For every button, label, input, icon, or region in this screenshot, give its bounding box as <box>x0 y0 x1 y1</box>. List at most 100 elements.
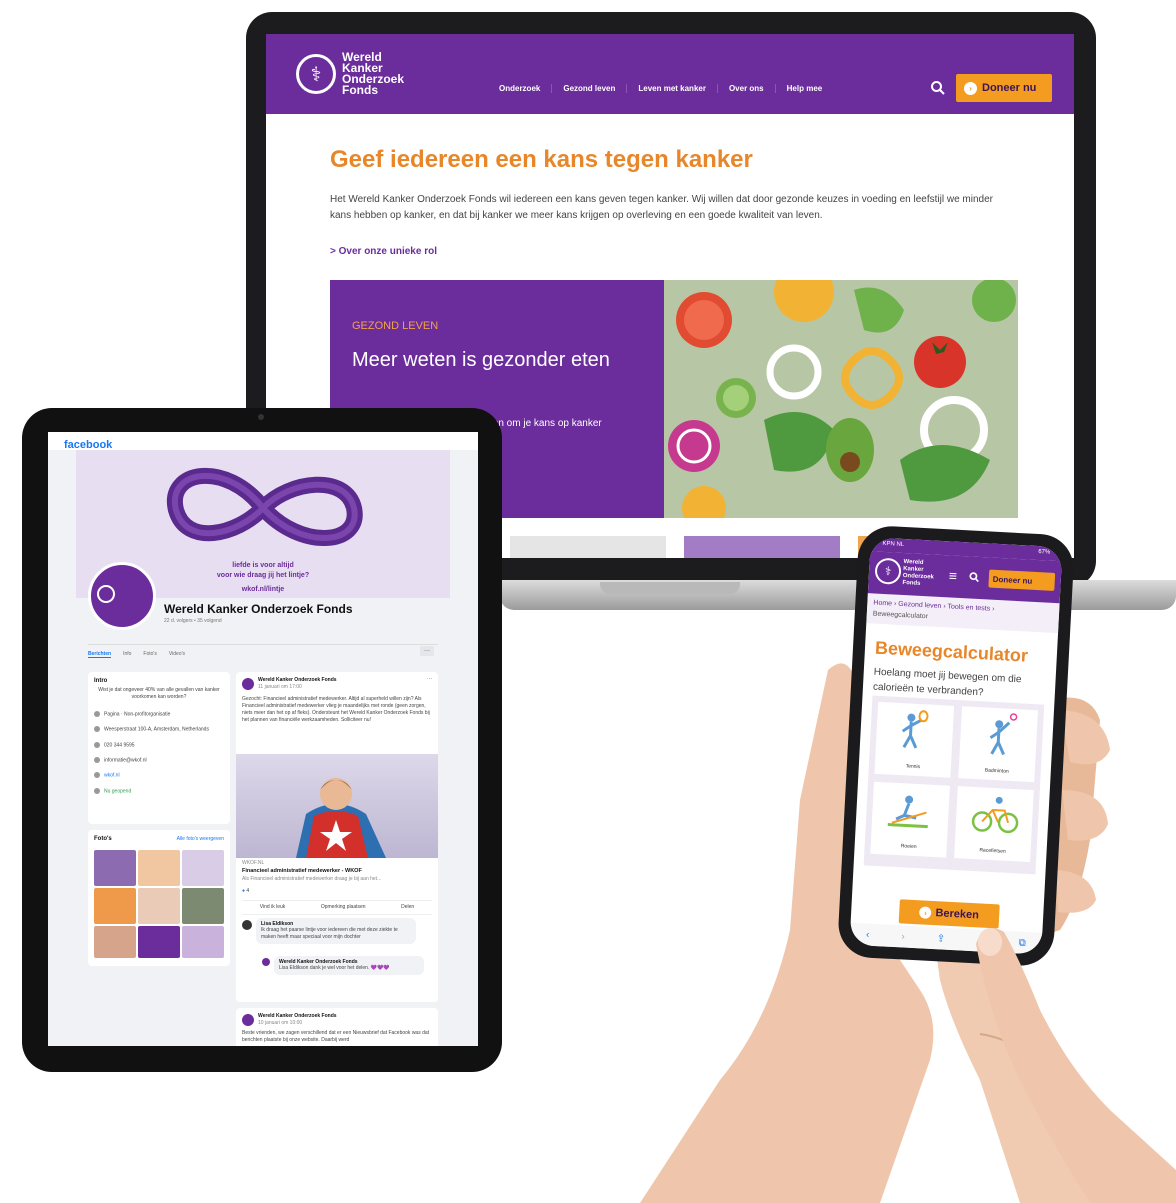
post-date[interactable]: 11 januari om 17:00 <box>258 684 302 691</box>
photos-title: Foto's <box>94 836 112 842</box>
donate-label: Doneer nu <box>982 82 1037 94</box>
nav-item-leven-met-kanker[interactable]: Leven met kanker <box>627 84 718 93</box>
post-avatar[interactable] <box>242 1014 254 1026</box>
tab-info[interactable]: Info <box>123 651 131 658</box>
teaser-card-1[interactable] <box>510 536 666 558</box>
post-actions: Vind ik leuk Opmerking plaatsen Delen <box>242 900 432 915</box>
activity-card-roeien[interactable]: Roeien <box>870 781 950 858</box>
post-date[interactable]: 10 januari om 10:00 <box>258 1020 302 1027</box>
reactions-count[interactable]: ● 4 <box>242 888 249 895</box>
page-tabs: Berichten Info Foto's Video's <box>88 644 438 658</box>
teaser-card-2[interactable] <box>684 536 840 558</box>
more-options-button[interactable]: ··· <box>420 646 434 656</box>
activity-card-racefietsen[interactable]: Racefietsen <box>954 786 1034 863</box>
page-name: Wereld Kanker Onderzoek Fonds <box>164 602 353 616</box>
page-avatar[interactable] <box>88 562 156 630</box>
about-link[interactable]: > Over onze unieke rol <box>330 246 437 257</box>
reply-bubble: Wereld Kanker Onderzoek Fonds Lisa Eldik… <box>274 956 424 975</box>
intro-row: 020 344 9595 <box>94 741 224 749</box>
promo-kicker: GEZOND LEVEN <box>352 320 439 332</box>
intro-row[interactable]: informatie@wkof.nl <box>94 756 224 764</box>
post-menu-icon[interactable]: ··· <box>427 676 432 683</box>
photo-thumb[interactable] <box>94 926 136 958</box>
intro-panel: Intro Wist je dat ongeveer 40% van alle … <box>88 672 230 824</box>
post-image[interactable] <box>236 754 438 858</box>
site-logo-text[interactable]: Wereld Kanker Onderzoek Fonds <box>342 51 404 96</box>
commenter-avatar[interactable] <box>242 920 252 930</box>
post-text: Beste vrienden, we zagen verschillend da… <box>242 1030 430 1043</box>
laptop-notch <box>600 582 740 594</box>
wkof-logo-icon[interactable]: ⚕ <box>874 557 902 585</box>
reply-avatar[interactable] <box>262 958 270 966</box>
promo-title: Meer weten is gezonder eten <box>352 349 610 371</box>
facebook-topbar: facebook <box>48 432 478 451</box>
donate-button[interactable]: Doneer nu <box>988 569 1056 591</box>
photo-thumb[interactable] <box>94 888 136 924</box>
post-author[interactable]: Wereld Kanker Onderzoek Fonds <box>258 1013 337 1019</box>
share-icon[interactable]: ⇪ <box>936 933 945 944</box>
comment-button[interactable]: Opmerking plaatsen <box>321 904 366 911</box>
menu-icon[interactable]: ≡ <box>949 567 958 583</box>
activity-label: Roeien <box>900 843 917 851</box>
battery-label: 67% <box>1038 549 1051 556</box>
clock-icon <box>94 787 100 794</box>
activity-label: Racefietsen <box>979 847 1006 855</box>
post-text: Gezocht: Financieel administratief medew… <box>242 696 430 723</box>
vegetables-image <box>664 280 1018 518</box>
photo-thumb[interactable] <box>94 850 136 886</box>
page-meta: 22 d. volgers • 35 volgend <box>164 618 222 624</box>
nav-item-help-mee[interactable]: Help mee <box>776 84 834 93</box>
hero-title: Geef iedereen een kans tegen kanker <box>330 146 753 173</box>
all-photos-link[interactable]: Alle foto's weergeven <box>177 836 224 843</box>
link-icon <box>94 772 100 779</box>
site-logo-text[interactable]: Wereld Kanker Onderzoek Fonds <box>902 559 934 589</box>
post-avatar[interactable] <box>242 678 254 690</box>
tab-videos[interactable]: Video's <box>169 651 185 658</box>
hero-body: Het Wereld Kanker Onderzoek Fonds wil ie… <box>330 194 993 221</box>
badminton-icon <box>989 713 1018 756</box>
activity-card-tennis[interactable]: Tennis <box>874 701 955 778</box>
post-author[interactable]: Wereld Kanker Onderzoek Fonds <box>258 677 337 683</box>
share-button[interactable]: Delen <box>401 904 414 911</box>
photo-thumb[interactable] <box>182 888 224 924</box>
tennis-icon <box>901 710 929 749</box>
site-header: ⚕ Wereld Kanker Onderzoek Fonds Onderzoe… <box>266 34 1074 114</box>
intro-row: Pagina · Non-profitorganisatie <box>94 711 224 718</box>
intro-row[interactable]: wkof.nl <box>94 772 224 779</box>
intro-text: Wist je dat ongeveer 40% van alle gevall… <box>98 687 220 700</box>
donate-button[interactable]: › Doneer nu <box>956 74 1052 102</box>
mail-icon <box>94 756 100 763</box>
like-button[interactable]: Vind ik leuk <box>260 904 285 911</box>
facebook-page-screen: facebook liefde is voor altijd voor wie … <box>48 432 478 1046</box>
nav-item-onderzoek[interactable]: Onderzoek <box>488 84 553 93</box>
location-icon <box>94 726 100 733</box>
photo-thumb[interactable] <box>138 850 180 886</box>
photo-thumb[interactable] <box>138 888 180 924</box>
tablet-camera <box>258 414 264 420</box>
activity-label: Badminton <box>984 767 1009 775</box>
activity-card-badminton[interactable]: Badminton <box>958 706 1038 783</box>
arrow-icon: › <box>919 906 932 919</box>
forward-icon[interactable]: › <box>901 931 905 942</box>
tab-fotos[interactable]: Foto's <box>143 651 156 658</box>
link-title[interactable]: Financieel administratief medewerker - W… <box>242 868 362 874</box>
wkof-logo-icon <box>97 585 115 603</box>
reply-text: Lisa Eldikson dank je wel voor het delen… <box>279 965 390 971</box>
photo-thumb[interactable] <box>182 926 224 958</box>
comment-bubble: Lisa Eldikson Ik draag het paarse lintje… <box>256 918 416 944</box>
tab-berichten[interactable]: Berichten <box>88 651 112 658</box>
nav-item-gezond-leven[interactable]: Gezond leven <box>552 84 628 93</box>
back-icon[interactable]: ‹ <box>866 929 870 940</box>
nav-item-over-ons[interactable]: Over ons <box>718 84 776 93</box>
main-nav: Onderzoek Gezond leven Leven met kanker … <box>488 84 833 93</box>
wkof-logo-icon[interactable]: ⚕ <box>296 54 336 94</box>
photo-thumb[interactable] <box>182 850 224 886</box>
search-icon[interactable] <box>930 80 946 96</box>
intro-row: Nu geopend <box>94 787 224 795</box>
carrier-label: KPN NL <box>882 540 905 549</box>
info-icon <box>94 711 100 717</box>
photo-thumb[interactable] <box>138 926 180 958</box>
post-card-2: Wereld Kanker Onderzoek Fonds 10 januari… <box>236 1008 438 1046</box>
donate-arrow-icon: › <box>964 81 977 95</box>
search-icon[interactable] <box>969 571 981 583</box>
